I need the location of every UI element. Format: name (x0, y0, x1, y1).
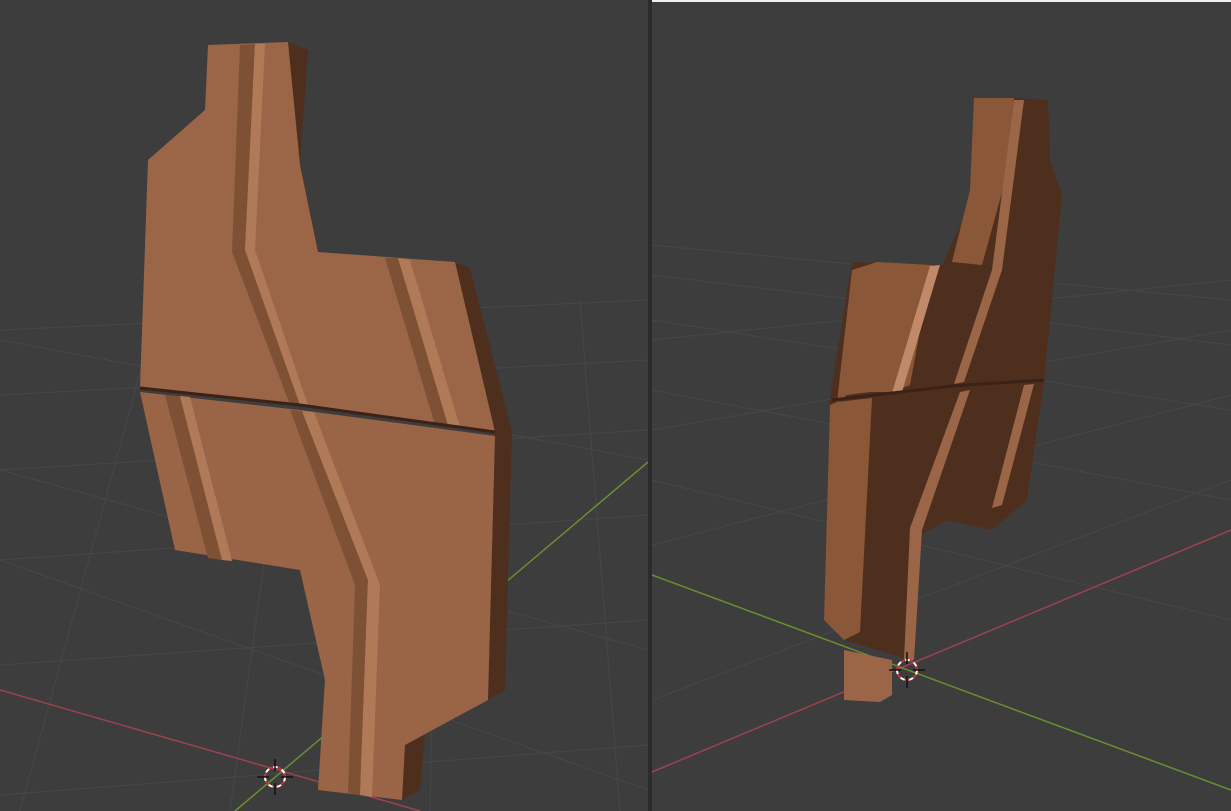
mesh-object-left[interactable] (139, 42, 512, 800)
mesh-object-right[interactable] (824, 98, 1062, 702)
x-axis-line (652, 529, 1231, 773)
y-axis-line (652, 574, 1231, 791)
mesh-front-face (844, 650, 892, 702)
viewport-left[interactable] (0, 0, 648, 811)
viewport-top-border (652, 0, 1231, 2)
viewport-right-canvas[interactable] (652, 0, 1231, 811)
viewport-left-canvas[interactable] (0, 0, 648, 811)
viewport-right[interactable] (652, 0, 1231, 811)
